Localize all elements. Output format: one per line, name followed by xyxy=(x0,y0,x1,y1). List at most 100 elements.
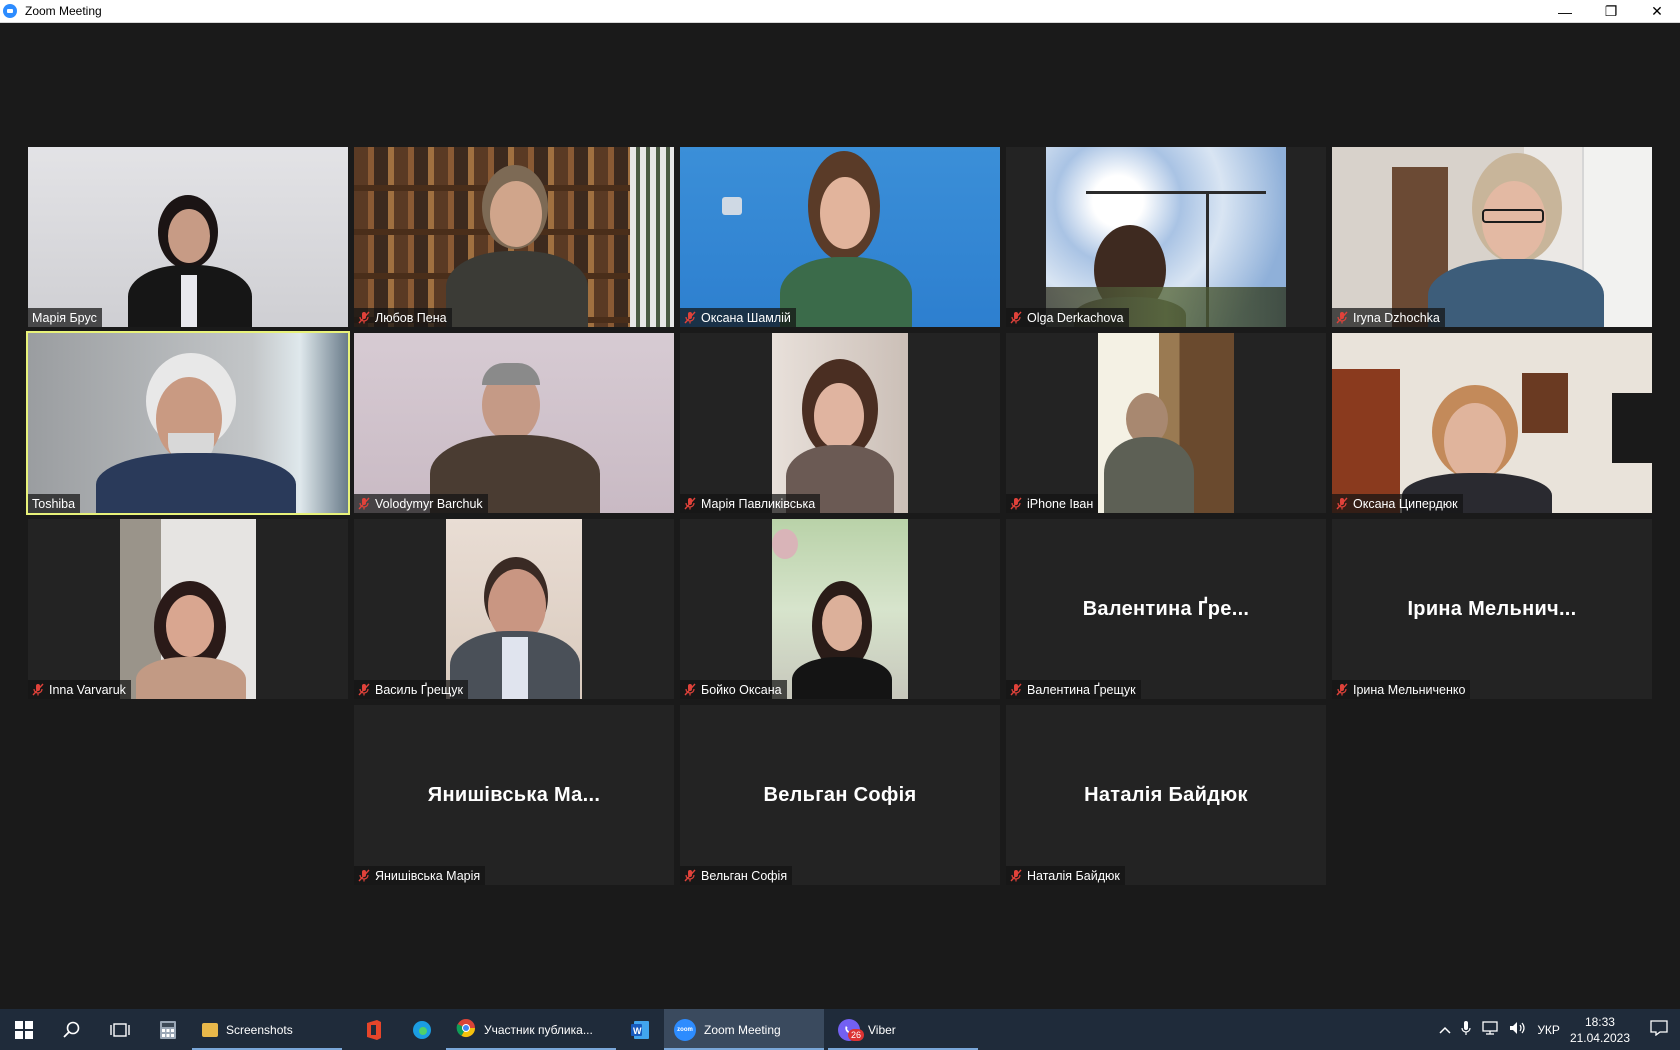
muted-mic-icon xyxy=(684,869,696,882)
participant-tile[interactable]: Василь Ґрещук xyxy=(354,519,674,699)
participant-name-label: iPhone Іван xyxy=(1006,494,1099,513)
participant-name-label: Любов Пена xyxy=(354,308,452,327)
notifications-icon[interactable] xyxy=(1650,1020,1668,1039)
muted-mic-icon xyxy=(32,683,44,696)
word-icon[interactable]: W xyxy=(616,1009,664,1050)
participant-name-label: Toshiba xyxy=(28,494,81,513)
participant-name-label: Василь Ґрещук xyxy=(354,680,468,699)
participant-tile[interactable]: Volodymyr Barchuk xyxy=(354,333,674,513)
zoom-app-icon xyxy=(3,4,17,18)
participant-video xyxy=(772,519,908,699)
participant-tile[interactable]: Iryna Dzhochka xyxy=(1332,147,1652,327)
participant-tile[interactable]: Марія Павликівська xyxy=(680,333,1000,513)
participant-name-label: Наталія Байдюк xyxy=(1006,866,1125,885)
taskbar-app-viber[interactable]: 26 Viber xyxy=(828,1009,978,1050)
participant-video xyxy=(1332,333,1652,513)
participant-tile-video-off[interactable]: Ірина Мельнич... Ірина Мельниченко xyxy=(1332,519,1652,699)
taskbar-app-zoom[interactable]: zoom Zoom Meeting xyxy=(664,1009,824,1050)
participant-video xyxy=(28,333,348,513)
muted-mic-icon xyxy=(358,683,370,696)
participant-name-label: Inna Varvaruk xyxy=(28,680,131,699)
muted-mic-icon xyxy=(1336,497,1348,510)
participant-display-name: Янишівська Ма... xyxy=(427,783,601,806)
muted-mic-icon xyxy=(358,869,370,882)
start-windows-icon[interactable] xyxy=(0,1009,48,1050)
participant-display-name: Валентина Ґре... xyxy=(1082,597,1250,620)
minimize-button[interactable]: — xyxy=(1542,0,1588,23)
taskbar-app-screenshots[interactable]: Screenshots xyxy=(192,1009,342,1050)
participant-tile[interactable]: Любов Пена xyxy=(354,147,674,327)
muted-mic-icon xyxy=(1010,497,1022,510)
window-titlebar: Zoom Meeting — ❐ ✕ xyxy=(0,0,1680,23)
network-icon[interactable] xyxy=(1481,1021,1499,1038)
window-controls: — ❐ ✕ xyxy=(1542,0,1680,23)
participant-tile-video-off[interactable]: Наталія Байдюк Наталія Байдюк xyxy=(1006,705,1326,885)
participant-name-label: Iryna Dzhochka xyxy=(1332,308,1445,327)
volume-icon[interactable] xyxy=(1509,1021,1527,1038)
system-tray: УКР 18:33 21.04.2023 xyxy=(1439,1009,1680,1050)
calculator-icon[interactable] xyxy=(144,1009,192,1050)
clock-time: 18:33 xyxy=(1584,1014,1615,1029)
microphone-icon[interactable] xyxy=(1461,1020,1471,1039)
muted-mic-icon xyxy=(1010,869,1022,882)
participant-name-label: Olga Derkachova xyxy=(1006,308,1129,327)
office-icon[interactable] xyxy=(350,1009,398,1050)
participant-video xyxy=(680,147,1000,327)
chevron-up-icon[interactable] xyxy=(1439,1023,1451,1037)
participant-name-label: Янишівська Марія xyxy=(354,866,486,885)
participant-tile-video-off[interactable]: Вельган Софія Вельган Софія xyxy=(680,705,1000,885)
edge-icon[interactable] xyxy=(398,1009,446,1050)
participant-display-name: Наталія Байдюк xyxy=(1084,783,1248,806)
participant-name-label: Бойко Оксана xyxy=(680,680,787,699)
participant-tile[interactable]: iPhone Іван xyxy=(1006,333,1326,513)
muted-mic-icon xyxy=(1010,683,1022,696)
close-button[interactable]: ✕ xyxy=(1634,0,1680,23)
participant-tile[interactable]: Оксана Ципердюк xyxy=(1332,333,1652,513)
participant-tile-video-off[interactable]: Валентина Ґре... Валентина Ґрещук xyxy=(1006,519,1326,699)
participant-tile[interactable]: Inna Varvaruk xyxy=(28,519,348,699)
muted-mic-icon xyxy=(684,683,696,696)
clock[interactable]: 18:33 21.04.2023 xyxy=(1570,1014,1630,1046)
participant-video xyxy=(120,519,256,699)
muted-mic-icon xyxy=(358,311,370,324)
zoom-icon: zoom xyxy=(674,1018,696,1041)
participant-video xyxy=(354,333,674,513)
participant-tile[interactable]: Olga Derkachova xyxy=(1006,147,1326,327)
participant-tile[interactable]: Бойко Оксана xyxy=(680,519,1000,699)
search-icon[interactable] xyxy=(48,1009,96,1050)
participant-tile[interactable]: Марія Брус xyxy=(28,147,348,327)
participant-tile-video-off[interactable]: Янишівська Ма... Янишівська Марія xyxy=(354,705,674,885)
chrome-icon xyxy=(456,1018,476,1041)
restore-button[interactable]: ❐ xyxy=(1588,0,1634,23)
gallery-view: Марія Брус Любов Пена Оксана Шамлій Olga… xyxy=(0,23,1680,1009)
windows-taskbar: Screenshots Участник публика... W zoom Z… xyxy=(0,1009,1680,1050)
muted-mic-icon xyxy=(684,497,696,510)
muted-mic-icon xyxy=(684,311,696,324)
participant-video xyxy=(446,519,582,699)
task-view-icon[interactable] xyxy=(96,1009,144,1050)
participant-display-name: Ірина Мельнич... xyxy=(1407,597,1577,620)
participant-name-label: Марія Брус xyxy=(28,308,102,327)
participant-display-name: Вельган Софія xyxy=(763,783,917,806)
participant-name-label: Валентина Ґрещук xyxy=(1006,680,1141,699)
participant-video xyxy=(1046,147,1286,327)
participant-name-label: Вельган Софія xyxy=(680,866,793,885)
participant-name-label: Оксана Шамлій xyxy=(680,308,796,327)
taskbar-app-chrome[interactable]: Участник публика... xyxy=(446,1009,616,1050)
muted-mic-icon xyxy=(1336,311,1348,324)
participant-tile[interactable]: Оксана Шамлій xyxy=(680,147,1000,327)
input-language[interactable]: УКР xyxy=(1537,1023,1560,1037)
participant-video xyxy=(1098,333,1234,513)
participant-video xyxy=(354,147,674,327)
window-title: Zoom Meeting xyxy=(25,4,102,18)
participant-tile-active-speaker[interactable]: Toshiba xyxy=(26,331,350,515)
participant-video xyxy=(1332,147,1652,327)
participant-name-label: Ірина Мельниченко xyxy=(1332,680,1471,699)
participant-video xyxy=(28,147,348,327)
folder-icon xyxy=(202,1022,218,1037)
participant-video xyxy=(772,333,908,513)
muted-mic-icon xyxy=(1336,683,1348,696)
participant-name-label: Марія Павликівська xyxy=(680,494,821,513)
participant-name-label: Volodymyr Barchuk xyxy=(354,494,488,513)
notification-badge: 26 xyxy=(848,1029,865,1041)
